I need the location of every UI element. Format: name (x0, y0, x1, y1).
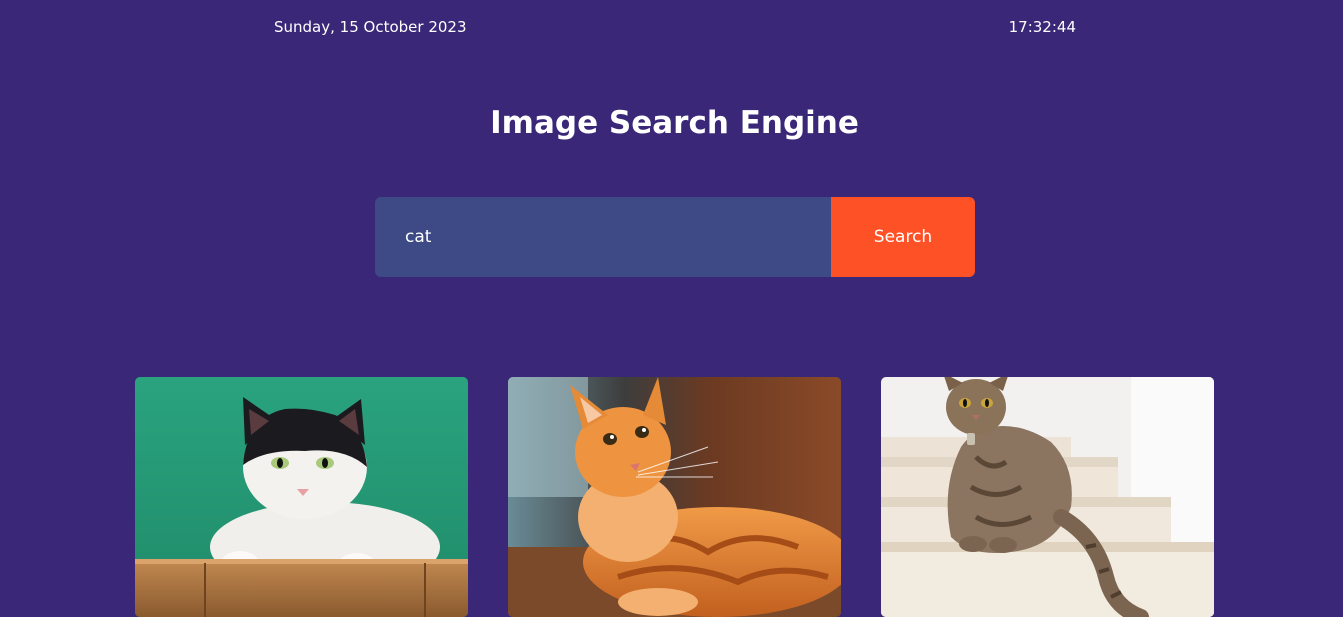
cat-photo-icon (135, 377, 468, 617)
result-image-card[interactable] (881, 377, 1214, 617)
result-image-card[interactable] (508, 377, 841, 617)
image-results-grid (135, 377, 1214, 617)
search-input[interactable] (375, 197, 831, 277)
current-date: Sunday, 15 October 2023 (274, 18, 467, 36)
search-button[interactable]: Search (831, 197, 975, 277)
search-form: Search (375, 197, 975, 277)
top-bar: Sunday, 15 October 2023 17:32:44 (274, 16, 1076, 38)
page-title: Image Search Engine (490, 105, 859, 141)
result-image-card[interactable] (135, 377, 468, 617)
current-time: 17:32:44 (1008, 18, 1076, 36)
cat-photo-icon (508, 377, 841, 617)
cat-photo-icon (881, 377, 1214, 617)
